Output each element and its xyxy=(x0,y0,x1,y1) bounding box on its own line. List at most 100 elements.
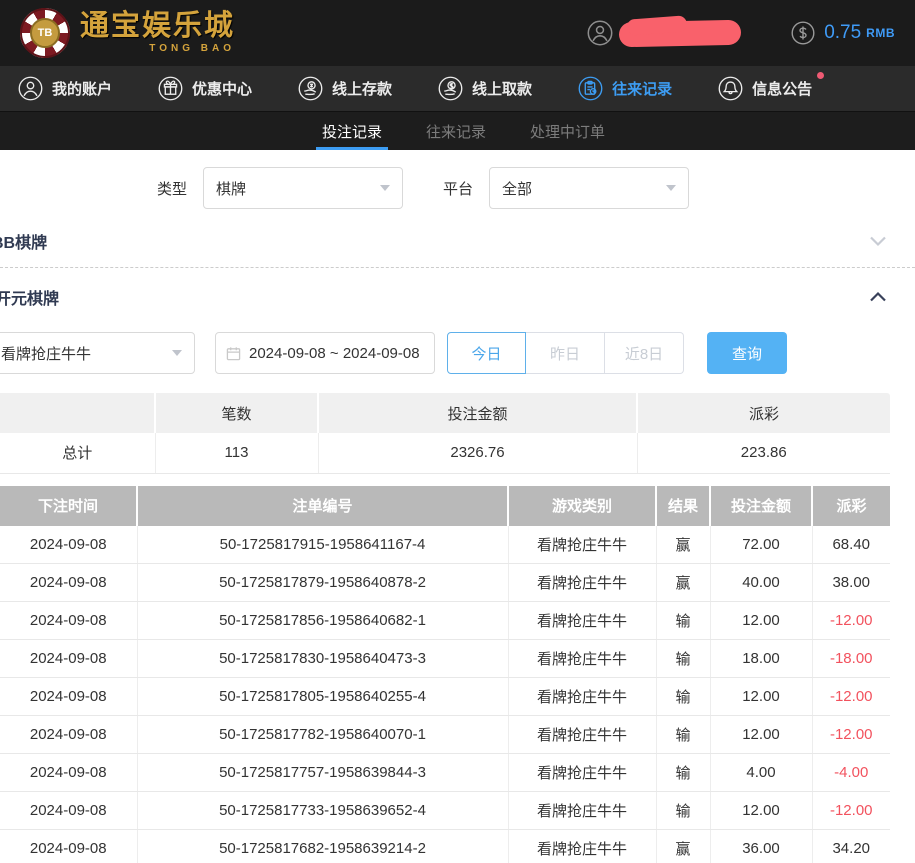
date-range-input[interactable]: 2024-09-08 ~ 2024-09-08 xyxy=(215,332,435,374)
chip-label: TB xyxy=(30,18,60,48)
nav-item-promotions[interactable]: 优惠中心 xyxy=(158,76,252,101)
bet-id-cell: 50-1725817782-1958640070-1 xyxy=(137,716,508,754)
records-table: 下注时间 注单编号 游戏类别 结果 投注金额 派彩 2024-09-0850-1… xyxy=(0,486,890,863)
nav-item-deposit[interactable]: 线上存款 xyxy=(298,76,392,101)
nav-item-transaction-records[interactable]: 往来记录 xyxy=(578,76,672,101)
gift-icon xyxy=(158,76,183,101)
today-button[interactable]: 今日 xyxy=(447,332,526,374)
main-nav: 我的账户 优惠中心 线上存款 xyxy=(0,66,915,112)
bet-time-cell: 2024-09-08 xyxy=(0,678,137,716)
game-select[interactable]: 看牌抢庄牛牛 xyxy=(0,332,195,374)
payout-cell: 34.20 xyxy=(812,830,890,863)
nav-item-withdraw[interactable]: 线上取款 xyxy=(438,76,532,101)
username-redaction xyxy=(619,19,741,47)
type-select[interactable]: 棋牌 xyxy=(203,167,403,209)
bet-id-cell: 50-1725817733-1958639652-4 xyxy=(137,792,508,830)
search-button[interactable]: 查询 xyxy=(707,332,787,374)
bet-id-cell: 50-1725817879-1958640878-2 xyxy=(137,564,508,602)
tab-pending-orders[interactable]: 处理中订单 xyxy=(530,112,605,150)
section-title: 开元棋牌 xyxy=(0,285,59,309)
bet-time-cell: 2024-09-08 xyxy=(0,526,137,564)
bet-amount-cell: 72.00 xyxy=(710,526,812,564)
col-game-type: 游戏类别 xyxy=(508,486,656,526)
bet-time-cell: 2024-09-08 xyxy=(0,602,137,640)
dollar-circle-icon xyxy=(791,21,815,45)
balance-amount: 0.75 xyxy=(824,22,861,44)
table-row: 2024-09-0850-1725817782-1958640070-1看牌抢庄… xyxy=(0,716,890,754)
poker-chip-icon: TB xyxy=(20,8,70,58)
section-bb-qipai[interactable]: BB棋牌 xyxy=(0,214,915,268)
table-row: 2024-09-0850-1725817830-1958640473-3看牌抢庄… xyxy=(0,640,890,678)
table-row: 2024-09-0850-1725817682-1958639214-2看牌抢庄… xyxy=(0,830,890,863)
col-payout: 派彩 xyxy=(812,486,890,526)
total-label: 总计 xyxy=(0,433,155,473)
query-bar: 看牌抢庄牛牛 2024-09-08 ~ 2024-09-08 今日 昨日 近8日… xyxy=(0,332,915,374)
bet-amount-cell: 18.00 xyxy=(710,640,812,678)
summary-header-bet-amount: 投注金额 xyxy=(318,393,637,433)
chevron-down-icon xyxy=(666,185,676,191)
bet-time-cell: 2024-09-08 xyxy=(0,564,137,602)
tab-bet-records[interactable]: 投注记录 xyxy=(322,112,382,150)
payout-cell: -12.00 xyxy=(812,792,890,830)
table-row: 2024-09-0850-1725817856-1958640682-1看牌抢庄… xyxy=(0,602,890,640)
result-cell: 输 xyxy=(656,754,710,792)
type-filter-label: 类型 xyxy=(157,178,187,199)
user-avatar-icon[interactable] xyxy=(587,20,613,46)
col-result: 结果 xyxy=(656,486,710,526)
bet-id-cell: 50-1725817856-1958640682-1 xyxy=(137,602,508,640)
game-type-cell: 看牌抢庄牛牛 xyxy=(508,754,656,792)
col-bet-time: 下注时间 xyxy=(0,486,137,526)
site-title: 通宝娱乐城 xyxy=(80,12,235,41)
records-icon xyxy=(578,76,603,101)
game-type-cell: 看牌抢庄牛牛 xyxy=(508,564,656,602)
table-row: 2024-09-0850-1725817915-1958641167-4看牌抢庄… xyxy=(0,526,890,564)
summary-header-payout: 派彩 xyxy=(637,393,890,433)
game-type-cell: 看牌抢庄牛牛 xyxy=(508,716,656,754)
table-row: 2024-09-0850-1725817805-1958640255-4看牌抢庄… xyxy=(0,678,890,716)
result-cell: 赢 xyxy=(656,564,710,602)
record-subtabs: 投注记录 往来记录 处理中订单 xyxy=(0,112,915,150)
last-8-days-button[interactable]: 近8日 xyxy=(605,332,684,374)
records-body: 2024-09-0850-1725817915-1958641167-4看牌抢庄… xyxy=(0,526,890,863)
payout-cell: 38.00 xyxy=(812,564,890,602)
calendar-icon xyxy=(226,346,241,361)
wallet-balance[interactable]: 0.75 RMB xyxy=(791,21,895,45)
result-cell: 输 xyxy=(656,602,710,640)
bell-icon xyxy=(718,76,743,101)
site-subtitle: TONG BAO xyxy=(149,43,235,54)
table-row: 2024-09-0850-1725817733-1958639652-4看牌抢庄… xyxy=(0,792,890,830)
game-type-cell: 看牌抢庄牛牛 xyxy=(508,526,656,564)
bet-id-cell: 50-1725817830-1958640473-3 xyxy=(137,640,508,678)
balance-currency: RMB xyxy=(866,26,895,40)
tab-transaction-records[interactable]: 往来记录 xyxy=(426,112,486,150)
platform-select[interactable]: 全部 xyxy=(489,167,689,209)
game-type-cell: 看牌抢庄牛牛 xyxy=(508,602,656,640)
deposit-icon xyxy=(298,76,323,101)
col-bet-amount: 投注金额 xyxy=(710,486,812,526)
section-kaiyuan-qipai[interactable]: 开元棋牌 xyxy=(0,268,915,326)
game-type-cell: 看牌抢庄牛牛 xyxy=(508,792,656,830)
summary-table: 笔数 投注金额 派彩 总计 113 2326.76 223.86 xyxy=(0,393,890,474)
bet-time-cell: 2024-09-08 xyxy=(0,716,137,754)
payout-cell: -12.00 xyxy=(812,678,890,716)
bet-time-cell: 2024-09-08 xyxy=(0,792,137,830)
nav-item-my-account[interactable]: 我的账户 xyxy=(18,76,112,101)
summary-total-row: 总计 113 2326.76 223.86 xyxy=(0,433,890,473)
total-bet-amount: 2326.76 xyxy=(318,433,637,473)
bet-amount-cell: 4.00 xyxy=(710,754,812,792)
nav-item-announcements[interactable]: 信息公告 xyxy=(718,76,812,101)
payout-cell: -12.00 xyxy=(812,716,890,754)
site-logo[interactable]: TB 通宝娱乐城 TONG BAO xyxy=(20,8,235,58)
bet-id-cell: 50-1725817805-1958640255-4 xyxy=(137,678,508,716)
result-cell: 输 xyxy=(656,716,710,754)
result-cell: 输 xyxy=(656,678,710,716)
payout-cell: 68.40 xyxy=(812,526,890,564)
notification-dot xyxy=(817,72,824,79)
bet-amount-cell: 12.00 xyxy=(710,678,812,716)
result-cell: 输 xyxy=(656,640,710,678)
bet-id-cell: 50-1725817682-1958639214-2 xyxy=(137,830,508,863)
game-type-cell: 看牌抢庄牛牛 xyxy=(508,830,656,863)
bet-id-cell: 50-1725817757-1958639844-3 xyxy=(137,754,508,792)
result-cell: 赢 xyxy=(656,526,710,564)
yesterday-button[interactable]: 昨日 xyxy=(526,332,605,374)
